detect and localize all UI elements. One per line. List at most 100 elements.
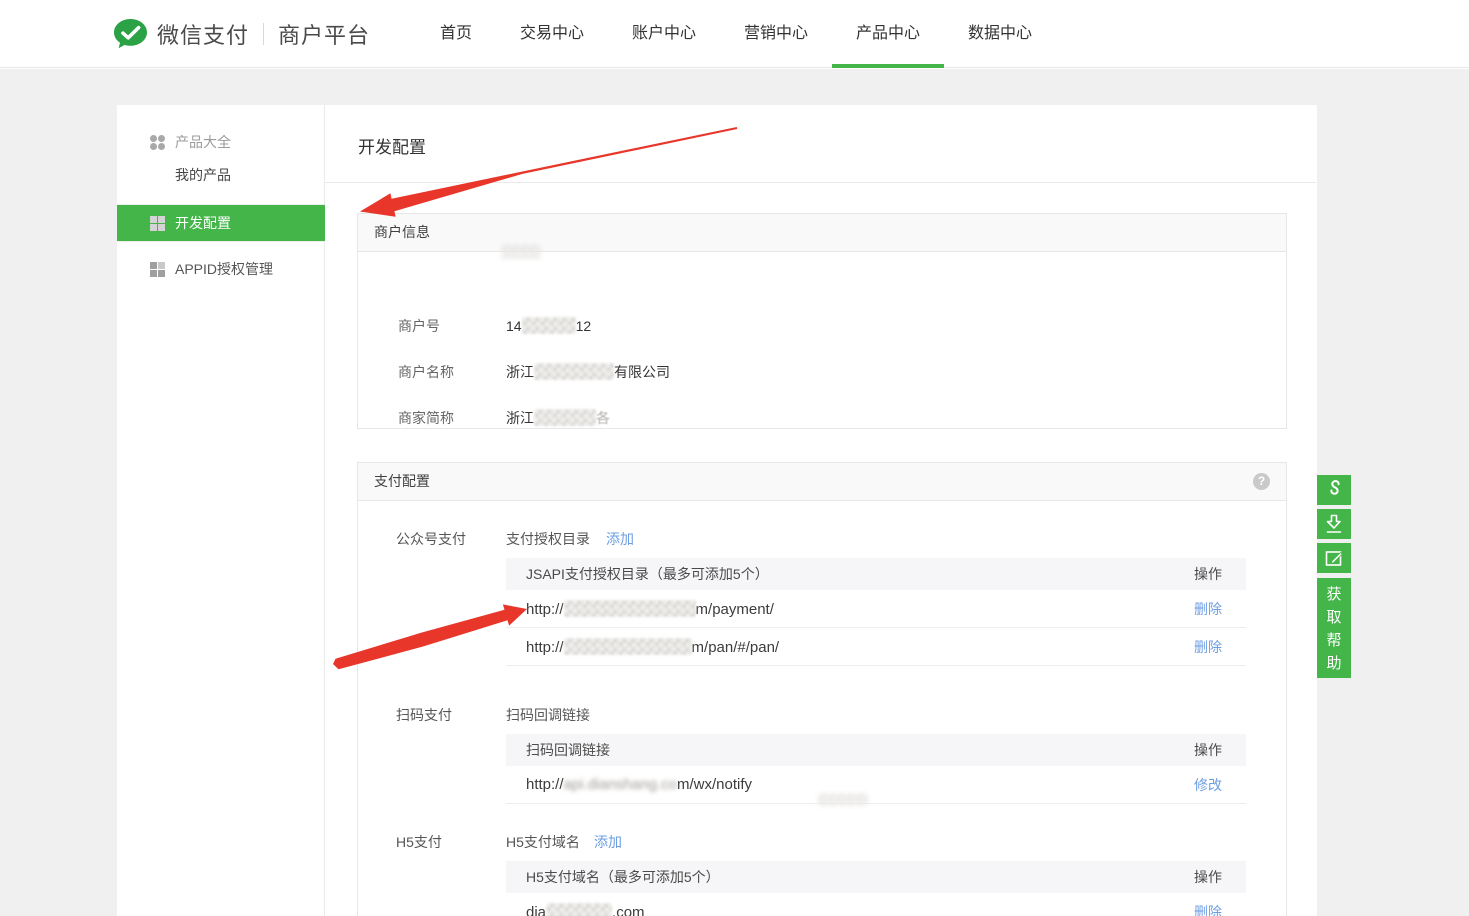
sidebar-item-product-catalog[interactable]: 产品大全 (117, 124, 325, 160)
sidebar-item-label: 产品大全 (175, 132, 231, 152)
url-prefix: http:// (526, 601, 564, 618)
question-mark-icon[interactable]: ? (1253, 473, 1270, 490)
redacted-blur-patch (501, 244, 541, 259)
nav-item-marketing-center[interactable]: 营销中心 (720, 0, 832, 68)
link-s-curve-icon (1324, 479, 1344, 501)
h5-section-header: H5支付 H5支付域名 添加 (358, 832, 1286, 852)
table-header-op: 操作 (1194, 564, 1222, 584)
table-header-row: JSAPI支付授权目录（最多可添加5个） 操作 (506, 558, 1246, 590)
h5-domain-table: H5支付域名（最多可添加5个） 操作 dia.com 删除 (506, 861, 1246, 916)
title-divider (325, 182, 1316, 183)
link-s-curve-button[interactable] (1317, 475, 1351, 505)
payment-config-card: 支付配置 ? 公众号支付 支付授权目录 添加 JSAPI支付授权目录（最多可添加… (357, 462, 1287, 916)
nav-item-product-center[interactable]: 产品中心 (832, 0, 944, 68)
page-background: 产品大全 我的产品 开发配置 APPID授权管理 开发配置 商户信息 (0, 69, 1469, 916)
nav-item-trade-center[interactable]: 交易中心 (496, 0, 608, 68)
top-header: 微信支付 商户平台 首页 交易中心 账户中心 营销中心 产品中心 数据中心 (0, 0, 1469, 68)
redacted-blur (522, 317, 576, 334)
sidebar: 产品大全 我的产品 开发配置 APPID授权管理 (117, 105, 325, 916)
grid-squares-icon (150, 216, 165, 231)
sidebar-item-appid-auth[interactable]: APPID授权管理 (117, 251, 325, 287)
sidebar-item-dev-config[interactable]: 开发配置 (117, 205, 325, 241)
jsapi-section-header: 公众号支付 支付授权目录 添加 (358, 529, 1286, 549)
merchant-info-card: 商户信息 商户号 1412 商户名称 浙江有限公司 商家简称 (357, 213, 1287, 429)
section-sublabel: H5支付域名 (506, 832, 580, 852)
content-panel: 产品大全 我的产品 开发配置 APPID授权管理 开发配置 商户信息 (117, 105, 1317, 916)
value-prefix: 14 (506, 318, 522, 334)
table-header-row: H5支付域名（最多可添加5个） 操作 (506, 861, 1246, 893)
native-callback-table: 扫码回调链接 操作 http://api.dianshang.com/wx/no… (506, 734, 1246, 804)
url-suffix: .com (612, 904, 645, 916)
url-value: http://api.dianshang.com/wx/notify (526, 776, 752, 793)
section-label: 扫码支付 (396, 705, 452, 725)
table-header-title: H5支付域名（最多可添加5个） (526, 867, 720, 887)
url-value: http:// m/payment/ (526, 600, 774, 618)
merchant-name-row: 商户名称 浙江 有限公司 (358, 362, 1286, 382)
brand-logo[interactable]: 微信支付 商户平台 (112, 0, 370, 68)
card-header: 商户信息 (358, 214, 1286, 252)
nav-item-label: 产品中心 (856, 25, 920, 42)
sidebar-item-label: 我的产品 (175, 165, 231, 185)
card-title: 支付配置 (374, 473, 430, 489)
url-suffix: m/payment/ (696, 601, 774, 618)
url-value: dia.com (526, 903, 645, 916)
redacted-blur (534, 363, 614, 380)
native-section-header: 扫码支付 扫码回调链接 (358, 705, 1286, 725)
value-prefix: 浙江 (506, 364, 534, 380)
redacted-blur (564, 600, 696, 617)
redacted-blur-patch (818, 793, 868, 806)
url-suffix: m/wx/notify (677, 776, 752, 793)
page-title: 开发配置 (358, 133, 426, 158)
merchant-shortname-row: 商家简称 浙江各 (358, 408, 1286, 428)
url-prefix: http:// (526, 639, 564, 656)
nav-item-home[interactable]: 首页 (416, 0, 496, 68)
redacted-blur-text: api.dianshang.co (564, 776, 677, 793)
url-prefix: http:// (526, 776, 564, 793)
get-help-button[interactable]: 获取帮助 (1317, 578, 1351, 678)
table-header-op: 操作 (1194, 740, 1222, 760)
delete-link[interactable]: 删除 (1194, 637, 1222, 657)
field-value: 浙江 各 (506, 408, 610, 428)
sidebar-divider (117, 241, 325, 242)
delete-link[interactable]: 删除 (1194, 902, 1222, 916)
merchant-id-row: 商户号 1412 (358, 316, 1286, 336)
nav-item-account-center[interactable]: 账户中心 (608, 0, 720, 68)
section-sublabel: 扫码回调链接 (506, 705, 590, 725)
jsapi-auth-dir-table: JSAPI支付授权目录（最多可添加5个） 操作 http:// m/payment… (506, 558, 1246, 666)
value-prefix: 浙江 (506, 410, 534, 426)
table-row: http://api.dianshang.com/wx/notify 修改 (506, 766, 1246, 804)
sidebar-item-label: APPID授权管理 (175, 259, 273, 279)
edit-button[interactable] (1317, 543, 1351, 573)
delete-link[interactable]: 删除 (1194, 599, 1222, 619)
value-suffix: 有限公司 (614, 364, 670, 380)
redacted-blur (564, 638, 692, 655)
modify-link[interactable]: 修改 (1194, 775, 1222, 795)
nav-item-data-center[interactable]: 数据中心 (944, 0, 1056, 68)
main-content: 开发配置 商户信息 商户号 1412 商户名称 浙江 有限公司 (325, 105, 1316, 916)
table-row: http:// m/payment/ 删除 (506, 590, 1246, 628)
add-link[interactable]: 添加 (606, 529, 634, 549)
active-tab-underline (832, 64, 944, 68)
table-header-title: JSAPI支付授权目录（最多可添加5个） (526, 564, 769, 584)
url-suffix: m/pan/#/pan/ (692, 639, 780, 656)
brand-name: 微信支付 (157, 18, 249, 50)
field-value: 1412 (506, 316, 591, 336)
table-row: dia.com 删除 (506, 893, 1246, 916)
section-sublabel: 支付授权目录 (506, 529, 590, 549)
grid-squares-icon (150, 262, 165, 277)
table-header-title: 扫码回调链接 (526, 740, 610, 760)
field-label: 商户名称 (398, 362, 454, 382)
platform-name: 商户平台 (278, 18, 370, 50)
value-suffix: 各 (596, 410, 610, 426)
wechat-pay-logo-icon (112, 17, 149, 51)
add-link[interactable]: 添加 (594, 832, 622, 852)
download-button[interactable] (1317, 509, 1351, 539)
main-nav: 首页 交易中心 账户中心 营销中心 产品中心 数据中心 (416, 0, 1056, 68)
edit-icon (1324, 548, 1344, 568)
table-header-op: 操作 (1194, 867, 1222, 887)
table-row: http:// m/pan/#/pan/ 删除 (506, 628, 1246, 666)
sidebar-item-my-products[interactable]: 我的产品 (117, 158, 325, 192)
redacted-blur (534, 409, 596, 426)
field-value: 浙江 有限公司 (506, 362, 670, 382)
field-label: 商户号 (398, 316, 440, 336)
